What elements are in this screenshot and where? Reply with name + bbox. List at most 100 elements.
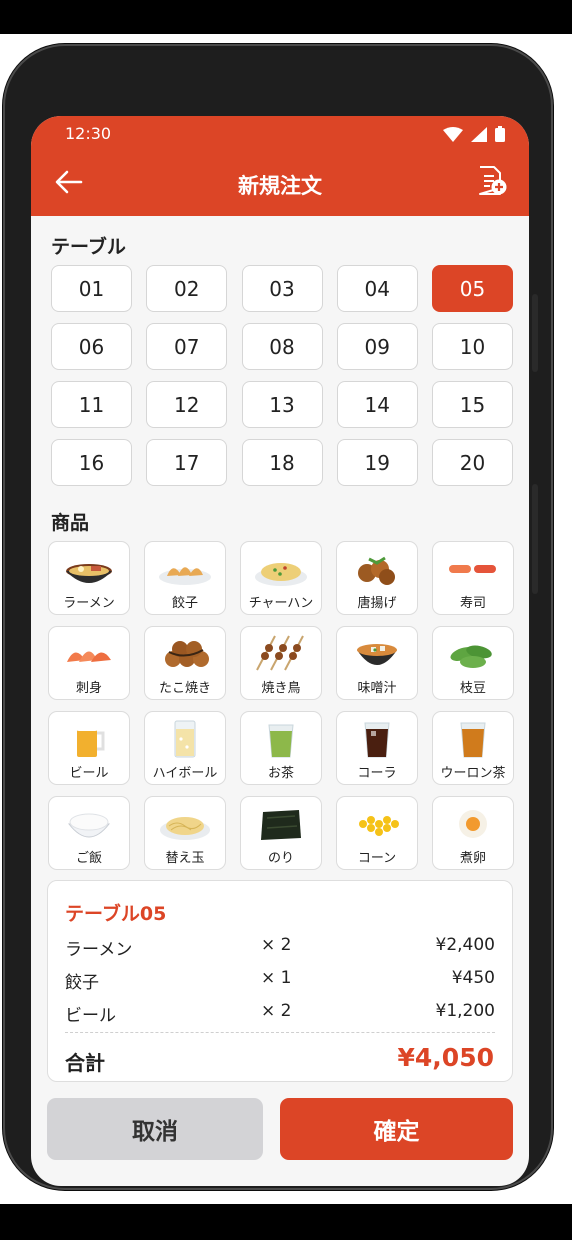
yakitori-icon bbox=[253, 632, 309, 674]
table-button-12[interactable]: 12 bbox=[146, 381, 228, 428]
status-icons bbox=[443, 126, 505, 142]
corn-icon bbox=[349, 802, 405, 844]
total-value: ¥4,050 bbox=[397, 1043, 494, 1072]
items-section-label: 商品 bbox=[51, 512, 90, 534]
signal-icon bbox=[471, 127, 487, 142]
takoyaki-icon bbox=[157, 632, 213, 674]
document-add-icon bbox=[475, 164, 509, 198]
item-label: 煮卵 bbox=[459, 851, 486, 866]
item-label: のり bbox=[267, 851, 294, 866]
ramen-icon bbox=[61, 547, 117, 589]
oolong-tea-icon bbox=[445, 717, 501, 759]
table-button-17[interactable]: 17 bbox=[146, 439, 228, 486]
table-button-07[interactable]: 07 bbox=[146, 323, 228, 370]
item-tile[interactable]: チャーハン bbox=[240, 541, 322, 615]
item-tile[interactable]: ご飯 bbox=[48, 796, 130, 870]
item-tile[interactable]: ビール bbox=[48, 711, 130, 785]
table-button-11[interactable]: 11 bbox=[51, 381, 132, 428]
order-line: ラーメン × 2 ¥2,400 bbox=[65, 935, 495, 960]
item-tile[interactable]: 煮卵 bbox=[432, 796, 514, 870]
total-label: 合計 bbox=[65, 1051, 105, 1075]
beer-icon bbox=[61, 717, 117, 759]
gyoza-icon bbox=[157, 547, 213, 589]
order-line-name: 餃子 bbox=[65, 973, 99, 993]
wifi-icon bbox=[443, 127, 463, 142]
item-label: 寿司 bbox=[459, 596, 486, 611]
item-tile[interactable]: 枝豆 bbox=[432, 626, 514, 700]
rice-bowl-icon bbox=[61, 802, 117, 844]
summary-divider bbox=[65, 1032, 495, 1033]
item-label: コーラ bbox=[357, 766, 397, 781]
item-tile[interactable]: 刺身 bbox=[48, 626, 130, 700]
item-label: ビール bbox=[69, 766, 109, 781]
miso-soup-icon bbox=[349, 632, 405, 674]
table-grid: 01 02 03 04 05 06 07 08 09 10 11 12 13 14 15 16 17 18 19 20 bbox=[51, 265, 513, 486]
table-button-14[interactable]: 14 bbox=[336, 381, 418, 428]
table-button-05[interactable]: 05 bbox=[432, 265, 513, 312]
item-tile[interactable]: 替え玉 bbox=[144, 796, 226, 870]
item-tile[interactable]: コーン bbox=[336, 796, 418, 870]
table-section-label: テーブル bbox=[51, 236, 126, 258]
status-time: 12:30 bbox=[65, 124, 112, 143]
table-button-01[interactable]: 01 bbox=[51, 265, 132, 312]
item-label: 味噌汁 bbox=[357, 681, 397, 696]
table-button-08[interactable]: 08 bbox=[241, 323, 323, 370]
table-button-20[interactable]: 20 bbox=[432, 439, 513, 486]
volume-button bbox=[532, 294, 538, 372]
add-order-button[interactable] bbox=[475, 164, 509, 198]
order-line: ビール × 2 ¥1,200 bbox=[65, 1001, 495, 1026]
item-label: 枝豆 bbox=[459, 681, 486, 696]
item-tile[interactable]: のり bbox=[240, 796, 322, 870]
item-label: ウーロン茶 bbox=[440, 766, 506, 781]
battery-icon bbox=[495, 126, 505, 142]
item-tile[interactable]: ラーメン bbox=[48, 541, 130, 615]
boiled-egg-icon bbox=[445, 802, 501, 844]
item-label: 替え玉 bbox=[165, 851, 205, 866]
item-tile[interactable]: 唐揚げ bbox=[336, 541, 418, 615]
app-header: 12:30 新規注文 bbox=[31, 116, 529, 216]
item-tile[interactable]: 味噌汁 bbox=[336, 626, 418, 700]
green-tea-icon bbox=[253, 717, 309, 759]
karaage-icon bbox=[349, 547, 405, 589]
item-tile[interactable]: お茶 bbox=[240, 711, 322, 785]
order-line-name: ラーメン bbox=[65, 940, 133, 960]
table-button-15[interactable]: 15 bbox=[432, 381, 513, 428]
table-button-09[interactable]: 09 bbox=[336, 323, 418, 370]
sushi-icon bbox=[445, 547, 501, 589]
table-button-18[interactable]: 18 bbox=[241, 439, 323, 486]
item-tile[interactable]: 餃子 bbox=[144, 541, 226, 615]
item-tile[interactable]: ウーロン茶 bbox=[432, 711, 514, 785]
highball-icon bbox=[157, 717, 213, 759]
item-grid: ラーメン 餃子 チャーハン 唐揚げ 寿司刺身 たこ焼き 焼き鳥 味噌汁 枝豆ビール ハイボール お茶… bbox=[48, 541, 514, 870]
table-button-06[interactable]: 06 bbox=[51, 323, 132, 370]
item-label: 焼き鳥 bbox=[261, 681, 301, 696]
item-label: ハイボール bbox=[152, 766, 218, 781]
bottom-black-band bbox=[0, 1204, 572, 1240]
confirm-button[interactable]: 確定 bbox=[280, 1098, 513, 1160]
item-label: コーン bbox=[357, 851, 397, 866]
sashimi-icon bbox=[61, 632, 117, 674]
extra-noodles-icon bbox=[157, 802, 213, 844]
table-button-16[interactable]: 16 bbox=[51, 439, 132, 486]
item-tile[interactable]: 寿司 bbox=[432, 541, 514, 615]
item-tile[interactable]: ハイボール bbox=[144, 711, 226, 785]
table-button-10[interactable]: 10 bbox=[432, 323, 513, 370]
top-black-band bbox=[0, 0, 572, 34]
table-button-02[interactable]: 02 bbox=[146, 265, 228, 312]
table-button-03[interactable]: 03 bbox=[241, 265, 323, 312]
item-label: お茶 bbox=[267, 766, 294, 781]
cancel-button[interactable]: 取消 bbox=[47, 1098, 263, 1160]
item-tile[interactable]: コーラ bbox=[336, 711, 418, 785]
item-label: たこ焼き bbox=[158, 681, 211, 696]
item-label: ご飯 bbox=[75, 851, 102, 866]
item-label: ラーメン bbox=[63, 596, 115, 611]
table-button-19[interactable]: 19 bbox=[336, 439, 418, 486]
table-button-04[interactable]: 04 bbox=[336, 265, 418, 312]
item-label: 餃子 bbox=[171, 596, 198, 611]
item-tile[interactable]: 焼き鳥 bbox=[240, 626, 322, 700]
table-button-13[interactable]: 13 bbox=[241, 381, 323, 428]
order-line: 餃子 × 1 ¥450 bbox=[65, 968, 495, 993]
item-tile[interactable]: たこ焼き bbox=[144, 626, 226, 700]
edamame-icon bbox=[445, 632, 501, 674]
order-line-qty: × 2 bbox=[261, 935, 292, 955]
